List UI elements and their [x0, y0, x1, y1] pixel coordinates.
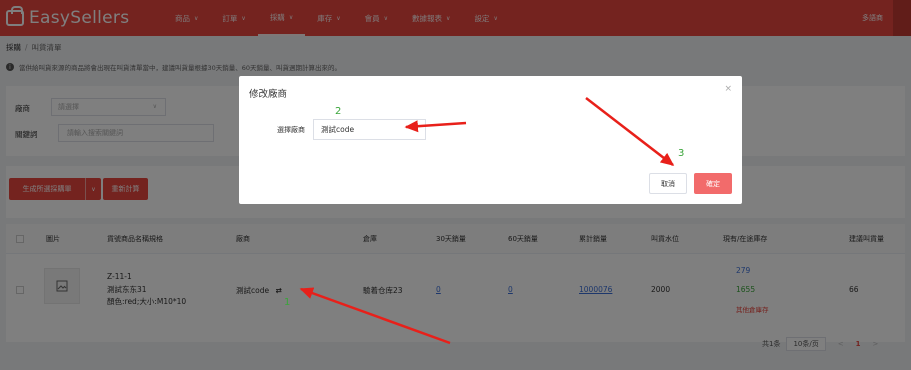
arrow-to-confirm-button [585, 97, 675, 166]
arrow-to-vendor-input [404, 120, 467, 133]
annotation-arrows [299, 97, 675, 345]
arrow-to-swap-icon [299, 287, 451, 345]
